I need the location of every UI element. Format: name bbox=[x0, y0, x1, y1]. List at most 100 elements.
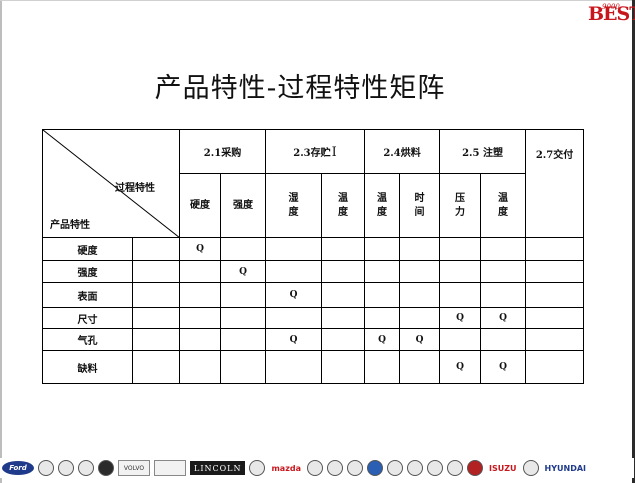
sub-header-cell: 强度 bbox=[220, 173, 266, 238]
delivery-cell bbox=[525, 282, 585, 308]
process-characteristic-label: 过程特性 bbox=[115, 183, 155, 194]
matrix-cell bbox=[399, 260, 441, 283]
matrix-cell bbox=[179, 350, 221, 384]
matrix-cell bbox=[220, 237, 266, 261]
window-top-border bbox=[0, 0, 635, 1]
brand-logo-icon: Ford bbox=[2, 461, 34, 475]
group-header-row: 过程特性 产品特性 2.1采购 2.3存贮Ⅰ 2.4烘料 2.5 注塑 2.7交… bbox=[42, 129, 585, 238]
matrix-cell bbox=[265, 307, 322, 329]
group-delivery: 2.7交付 bbox=[525, 129, 585, 238]
matrix-row: 硬度 Q bbox=[42, 237, 585, 261]
brand-logo-icon bbox=[426, 460, 443, 476]
matrix-cell bbox=[179, 307, 221, 329]
car-brand-logo-bar: Ford VOLVO LINCOLN mazda ISUZU HYUNDAI bbox=[0, 458, 634, 478]
matrix-cell bbox=[364, 307, 401, 329]
matrix-cell: Q bbox=[220, 260, 266, 283]
matrix-cell bbox=[439, 282, 482, 308]
matrix-cell: Q bbox=[439, 350, 482, 384]
matrix-cell bbox=[399, 307, 441, 329]
matrix-cell bbox=[220, 350, 266, 384]
brand-logo-icon: ISUZU bbox=[488, 463, 517, 473]
matrix-cell bbox=[320, 260, 366, 283]
row-spacer-cell bbox=[132, 307, 180, 329]
logo-sup-text: 9000 bbox=[602, 3, 620, 11]
row-spacer-cell bbox=[132, 282, 180, 308]
group-injection-molding: 2.5 注塑 bbox=[439, 129, 527, 174]
delivery-cell bbox=[525, 237, 585, 261]
brand-logo-icon bbox=[386, 460, 403, 476]
characteristics-matrix: 过程特性 产品特性 2.1采购 2.3存贮Ⅰ 2.4烘料 2.5 注塑 2.7交… bbox=[42, 129, 585, 384]
brand-logo-icon: LINCOLN bbox=[190, 461, 246, 475]
row-spacer-cell bbox=[132, 328, 180, 351]
matrix-cell: Q bbox=[179, 237, 221, 261]
sub-header-cell: 温 度 bbox=[364, 173, 401, 238]
row-label: 气孔 bbox=[42, 328, 133, 351]
row-spacer-cell bbox=[132, 237, 180, 261]
matrix-cell bbox=[179, 328, 221, 351]
sub-header-cell: 时 间 bbox=[399, 173, 441, 238]
group-storage: 2.3存贮Ⅰ bbox=[264, 129, 366, 174]
matrix-cell bbox=[399, 282, 441, 308]
brand-logo-icon bbox=[249, 460, 266, 476]
brand-logo-icon: HYUNDAI bbox=[544, 463, 587, 473]
matrix-cell bbox=[480, 282, 527, 308]
matrix-cell bbox=[399, 237, 441, 261]
matrix-row: 强度 Q bbox=[42, 260, 585, 283]
sub-header-cell: 压 力 bbox=[439, 173, 482, 238]
matrix-cell bbox=[220, 328, 266, 351]
row-label: 尺寸 bbox=[42, 307, 133, 329]
product-characteristic-label: 产品特性 bbox=[50, 220, 90, 231]
best-9000-logo: BEST 9000 bbox=[588, 2, 635, 26]
matrix-cell bbox=[480, 237, 527, 261]
matrix-cell bbox=[179, 282, 221, 308]
matrix-cell: Q bbox=[439, 307, 482, 329]
brand-logo-icon bbox=[466, 460, 483, 476]
matrix-cell bbox=[265, 237, 322, 261]
matrix-cell bbox=[320, 328, 366, 351]
matrix-body: 硬度 Q 强度 Q 表面 Q 尺寸 Q Q 气孔 Q Q Q 缺料 Q Q bbox=[42, 237, 585, 384]
matrix-cell bbox=[364, 282, 401, 308]
matrix-cell bbox=[439, 328, 482, 351]
sub-header-cell: 硬度 bbox=[179, 173, 221, 238]
brand-logo-icon bbox=[326, 460, 343, 476]
delivery-cell bbox=[525, 350, 585, 384]
matrix-row: 气孔 Q Q Q bbox=[42, 328, 585, 351]
matrix-cell bbox=[220, 282, 266, 308]
matrix-cell bbox=[480, 328, 527, 351]
matrix-cell bbox=[265, 260, 322, 283]
matrix-cell bbox=[220, 307, 266, 329]
matrix-cell bbox=[364, 350, 401, 384]
sub-header-cell: 湿 度 bbox=[265, 173, 322, 238]
row-label: 缺料 bbox=[42, 350, 133, 384]
brand-logo-icon bbox=[154, 460, 186, 476]
matrix-cell bbox=[320, 307, 366, 329]
matrix-cell: Q bbox=[399, 328, 441, 351]
row-label: 强度 bbox=[42, 260, 133, 283]
matrix-cell: Q bbox=[265, 328, 322, 351]
brand-logo-icon bbox=[366, 460, 383, 476]
brand-logo-icon bbox=[446, 460, 463, 476]
matrix-cell: Q bbox=[265, 282, 322, 308]
matrix-cell bbox=[480, 260, 527, 283]
matrix-cell: Q bbox=[364, 328, 401, 351]
brand-logo-icon bbox=[58, 460, 74, 476]
delivery-cell bbox=[525, 328, 585, 351]
brand-logo-icon bbox=[78, 460, 94, 476]
matrix-cell: Q bbox=[480, 307, 527, 329]
row-spacer-cell bbox=[132, 350, 180, 384]
slide-title: 产品特性-过程特性矩阵 bbox=[154, 73, 446, 104]
matrix-row: 缺料 Q Q bbox=[42, 350, 585, 384]
row-spacer-cell bbox=[132, 260, 180, 283]
matrix-cell: Q bbox=[480, 350, 527, 384]
matrix-cell bbox=[320, 282, 366, 308]
matrix-row: 表面 Q bbox=[42, 282, 585, 308]
text-cursor-icon: Ⅰ bbox=[331, 144, 337, 160]
delivery-cell bbox=[525, 260, 585, 283]
row-label: 硬度 bbox=[42, 237, 133, 261]
matrix-corner-cell: 过程特性 产品特性 bbox=[42, 129, 180, 238]
delivery-cell bbox=[525, 307, 585, 329]
brand-logo-icon bbox=[346, 460, 363, 476]
brand-logo-icon bbox=[306, 460, 323, 476]
group-purchasing: 2.1采购 bbox=[179, 129, 266, 174]
matrix-cell bbox=[320, 350, 366, 384]
